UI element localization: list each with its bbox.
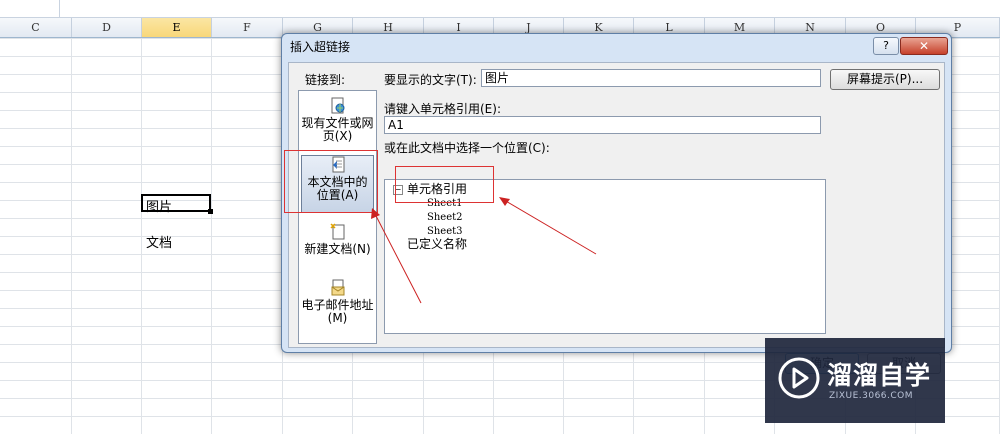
link-email-label: 电子邮件地址(M) (301, 298, 374, 325)
column-header-c[interactable]: C (0, 18, 72, 37)
play-logo-icon (778, 357, 820, 399)
annotation-box-sheets (395, 166, 494, 203)
formula-bar-strip (0, 0, 1000, 18)
link-email-button[interactable]: 电子邮件地址(M) (301, 279, 374, 337)
link-new-document-label: 新建文档(N) (304, 242, 371, 256)
display-text-label: 要显示的文字(T): (384, 73, 477, 87)
cell-reference-input[interactable]: A1 (384, 116, 821, 134)
watermark-title: 溜溜自学 (827, 361, 932, 390)
grid-column-line (71, 38, 72, 434)
tree-node-sheet2[interactable]: Sheet2 (427, 211, 463, 224)
display-text-input[interactable]: 图片 (481, 69, 821, 87)
link-to-panel: 现有文件或网页(X) 本文档中的位置(A) 新建文档(N) 电子邮件地址(M) (298, 90, 377, 344)
column-header-f[interactable]: F (212, 18, 283, 37)
help-button[interactable]: ? (873, 37, 899, 55)
grid-column-line (211, 38, 212, 434)
formula-bar-divider (59, 0, 60, 17)
email-icon (331, 279, 344, 296)
grid-column-line (141, 38, 142, 434)
watermark-url: ZIXUE.3066.COM (829, 391, 914, 401)
new-document-icon (329, 223, 344, 240)
column-header-d[interactable]: D (72, 18, 142, 37)
watermark-logo: 溜溜自学 ZIXUE.3066.COM (765, 338, 945, 423)
link-existing-file-label: 现有文件或网页(X) (301, 116, 374, 143)
close-button[interactable]: ✕ (900, 37, 948, 55)
tree-node-defined-names[interactable]: 已定义名称 (407, 238, 467, 251)
column-header-e[interactable]: E (142, 18, 212, 37)
place-in-document-label: 或在此文档中选择一个位置(C): (384, 141, 550, 155)
insert-hyperlink-dialog: 插入超链接 ? ✕ 链接到: 现有文件或网页(X) 本文档中的位置(A) 新建文… (281, 33, 952, 374)
screentip-button[interactable]: 屏幕提示(P)... (830, 69, 940, 90)
fill-handle[interactable] (208, 209, 213, 214)
dialog-title: 插入超链接 (290, 40, 351, 54)
cell-reference-label: 请键入单元格引用(E): (384, 102, 501, 116)
web-page-icon (331, 97, 344, 114)
dialog-body: 链接到: 现有文件或网页(X) 本文档中的位置(A) 新建文档(N) 电子邮件地… (288, 62, 945, 374)
annotation-box-link-place (284, 150, 378, 213)
link-existing-file-button[interactable]: 现有文件或网页(X) (301, 97, 374, 155)
cell-e-document[interactable]: 文档 (146, 232, 172, 251)
active-cell-border (141, 194, 211, 212)
link-new-document-button[interactable]: 新建文档(N) (301, 223, 374, 281)
link-to-label: 链接到: (305, 73, 346, 87)
